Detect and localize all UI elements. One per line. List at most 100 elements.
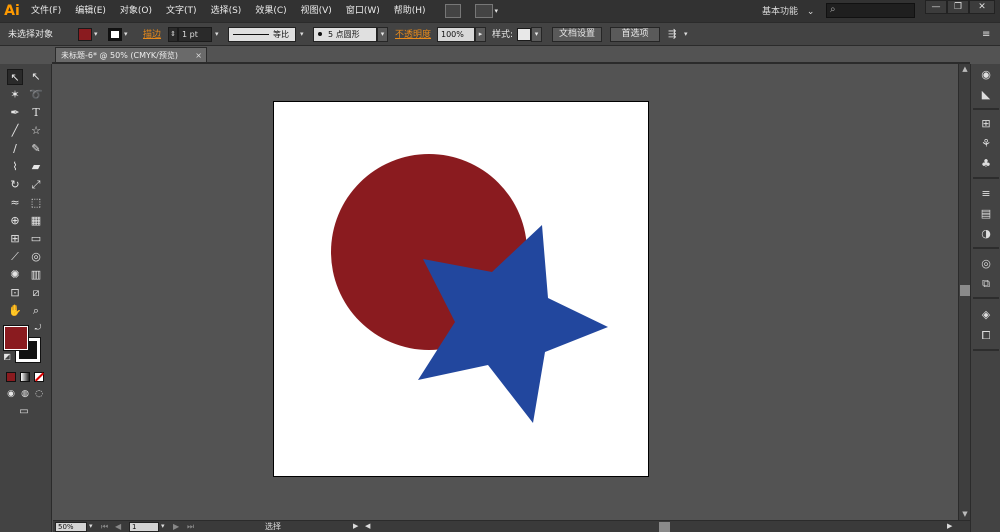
scroll-left-icon[interactable]: ◀ xyxy=(365,521,370,532)
menu-file[interactable]: 文件(F) xyxy=(24,0,68,22)
gradient-tool-icon[interactable]: ▭ xyxy=(28,231,44,247)
brushes-panel-icon[interactable]: ⚘ xyxy=(979,137,993,151)
chevron-down-icon[interactable]: ▾ xyxy=(215,30,219,38)
opacity-field[interactable]: 100% xyxy=(437,27,475,42)
stroke-color-swatch[interactable] xyxy=(108,28,122,41)
menu-select[interactable]: 选择(S) xyxy=(204,0,249,22)
chevron-down-icon[interactable]: ▾ xyxy=(684,30,688,38)
opacity-dropdown[interactable]: ▸ xyxy=(475,27,486,42)
menu-view[interactable]: 视图(V) xyxy=(294,0,339,22)
chevron-down-icon[interactable]: ▾ xyxy=(124,30,128,38)
screen-mode-icon[interactable]: ▭ xyxy=(15,405,33,419)
type-tool-icon[interactable]: T xyxy=(28,105,44,121)
graphic-styles-icon[interactable]: ⧉ xyxy=(979,277,993,291)
chevron-down-icon[interactable]: ▾ xyxy=(300,30,304,38)
canvas-area[interactable] xyxy=(53,64,958,520)
rotate-tool-icon[interactable]: ↻ xyxy=(7,177,23,193)
menu-effect[interactable]: 效果(C) xyxy=(248,0,293,22)
default-colors-icon[interactable]: ◩ xyxy=(2,352,12,362)
graphic-style-swatch[interactable] xyxy=(517,28,531,41)
draw-behind-icon[interactable]: ◍ xyxy=(19,388,31,400)
transparency-panel-icon[interactable]: ◑ xyxy=(979,227,993,241)
gradient-mode-icon[interactable] xyxy=(20,372,30,382)
selection-tool-icon[interactable]: ↖ xyxy=(7,69,23,85)
artboard[interactable] xyxy=(273,101,649,477)
symbol-sprayer-tool-icon[interactable]: ✺ xyxy=(7,267,23,283)
none-mode-icon[interactable] xyxy=(34,372,45,382)
artboard-number-field[interactable]: 1 xyxy=(129,522,159,532)
stroke-link[interactable]: 描边 xyxy=(143,28,161,42)
chevron-down-icon[interactable]: ▾ xyxy=(495,7,499,15)
zoom-dropdown-icon[interactable]: ▾ xyxy=(89,521,93,532)
free-transform-tool-icon[interactable]: ⬚ xyxy=(28,195,44,211)
draw-inside-icon[interactable]: ◌ xyxy=(33,388,45,400)
scroll-right-icon[interactable]: ▶ xyxy=(947,521,952,532)
maximize-button[interactable]: ❐ xyxy=(947,0,969,14)
workspace-switcher[interactable]: 基本功能 ⌄ xyxy=(762,4,814,17)
navigator-panel-icon[interactable]: ◣ xyxy=(979,88,993,102)
draw-mode-icon[interactable]: ◉ xyxy=(5,388,17,400)
horizontal-scroll-thumb[interactable] xyxy=(659,522,670,532)
previous-artboard-icon[interactable]: ◀ xyxy=(115,521,121,532)
next-artboard-icon[interactable]: ▶ xyxy=(173,521,179,532)
appearance-styles-icon[interactable]: ◎ xyxy=(979,257,993,271)
stroke-profile-select[interactable]: 等比 xyxy=(228,27,296,42)
paintbrush-tool-icon[interactable]: ∕ xyxy=(7,141,23,157)
artboards-panel-icon[interactable]: ⧠ xyxy=(979,329,993,343)
minimize-button[interactable]: — xyxy=(925,0,947,14)
slice-tool-icon[interactable]: ⧄ xyxy=(28,285,44,301)
layers-panel-icon[interactable]: ◈ xyxy=(979,308,993,322)
eraser-tool-icon[interactable]: ▰ xyxy=(28,159,44,175)
artboard-tool-icon[interactable]: ⊡ xyxy=(7,285,23,301)
last-artboard-icon[interactable]: ⏭ xyxy=(187,521,194,532)
style-dropdown[interactable]: ▾ xyxy=(531,27,542,42)
star-tool-icon[interactable]: ☆ xyxy=(28,123,44,139)
width-tool-icon[interactable]: ≈ xyxy=(7,195,23,211)
menu-type[interactable]: 文字(T) xyxy=(159,0,204,22)
document-tab[interactable]: 未标题-6* @ 50% (CMYK/预览) × xyxy=(55,47,207,63)
fill-swatch[interactable] xyxy=(3,325,29,351)
blob-brush-tool-icon[interactable]: ⌇ xyxy=(7,159,23,175)
opacity-link[interactable]: 不透明度 xyxy=(395,28,431,42)
swatches-panel-icon[interactable]: ⊞ xyxy=(979,117,993,131)
brush-dropdown[interactable]: ▾ xyxy=(377,27,388,42)
gradient-panel-icon[interactable]: ▤ xyxy=(979,207,993,221)
zoom-field[interactable]: 50% xyxy=(55,522,87,532)
shape-builder-tool-icon[interactable]: ⊕ xyxy=(7,213,23,229)
eyedropper-tool-icon[interactable]: ⟋ xyxy=(7,249,23,265)
menu-help[interactable]: 帮助(H) xyxy=(387,0,433,22)
symbols-panel-icon[interactable]: ♣ xyxy=(979,157,993,171)
mesh-tool-icon[interactable]: ⊞ xyxy=(7,231,23,247)
scale-tool-icon[interactable]: ⤢ xyxy=(28,177,44,193)
vertical-scroll-thumb[interactable] xyxy=(960,285,970,296)
brush-select[interactable]: 5 点圆形 xyxy=(313,27,377,42)
arrange-documents-icon[interactable] xyxy=(474,4,493,18)
perspective-grid-tool-icon[interactable]: ▦ xyxy=(28,213,44,229)
color-mode-icon[interactable] xyxy=(6,372,16,382)
chevron-down-icon[interactable]: ▾ xyxy=(94,30,98,38)
menu-edit[interactable]: 编辑(E) xyxy=(68,0,113,22)
search-input[interactable]: ⌕ xyxy=(826,3,915,18)
status-menu-icon[interactable]: ▶ xyxy=(353,521,358,532)
stroke-panel-icon[interactable]: ≡ xyxy=(979,187,993,201)
artboard-dropdown-icon[interactable]: ▾ xyxy=(161,521,165,532)
stroke-weight-field[interactable]: 1 pt xyxy=(178,27,212,42)
swap-fill-stroke-icon[interactable]: ⤾ xyxy=(33,323,43,333)
first-artboard-icon[interactable]: ⏮ xyxy=(101,521,108,532)
close-tab-icon[interactable]: × xyxy=(195,48,202,63)
menu-object[interactable]: 对象(O) xyxy=(113,0,159,22)
magic-wand-tool-icon[interactable]: ✶ xyxy=(7,87,23,103)
align-options-icon[interactable]: ⇶ xyxy=(668,28,676,42)
fill-color-swatch[interactable] xyxy=(78,28,92,41)
pen-tool-icon[interactable]: ✒ xyxy=(7,105,23,121)
pencil-tool-icon[interactable]: ✎ xyxy=(28,141,44,157)
blend-tool-icon[interactable]: ◎ xyxy=(28,249,44,265)
vertical-scrollbar[interactable]: ▲ ▼ xyxy=(958,64,970,520)
hand-tool-icon[interactable]: ✋ xyxy=(7,303,23,319)
preferences-button[interactable]: 首选项 xyxy=(610,27,660,42)
panel-menu-icon[interactable]: ≡ xyxy=(982,28,990,42)
document-setup-button[interactable]: 文档设置 xyxy=(552,27,602,42)
zoom-tool-icon[interactable]: ⌕ xyxy=(28,303,44,319)
bridge-icon[interactable] xyxy=(444,4,461,18)
lasso-tool-icon[interactable]: ➰ xyxy=(28,87,44,103)
